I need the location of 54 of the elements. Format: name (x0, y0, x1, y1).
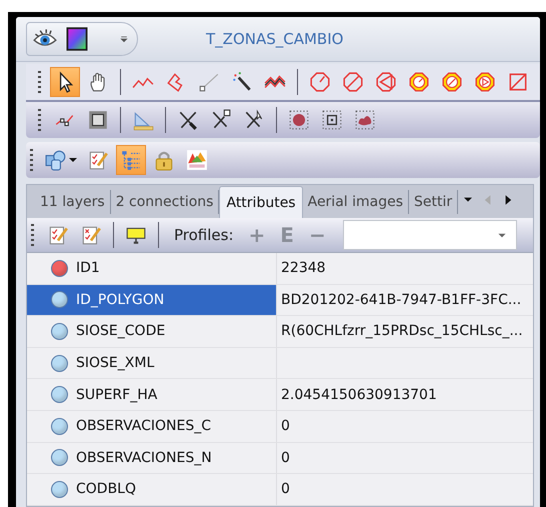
line-segment-icon (198, 71, 220, 93)
edit-form-icon (80, 224, 102, 246)
attribute-value-cell[interactable]: 22348 (277, 253, 533, 284)
tab[interactable]: Settir (409, 190, 458, 214)
knife-icon (210, 109, 232, 131)
pointer-button[interactable] (50, 67, 80, 97)
ring-icon (408, 71, 430, 93)
dotted-blob-icon (354, 109, 376, 131)
tab[interactable]: Attributes (219, 186, 303, 218)
attribute-value-cell[interactable]: 0 (277, 442, 533, 474)
attribute-value-cell[interactable]: 2.0454150630913701 (277, 379, 533, 410)
attribute-value-cell[interactable]: 0 (277, 410, 533, 442)
ring-slash-icon (441, 71, 463, 93)
attribute-name: CODBLQ (76, 481, 136, 498)
ring-triangle-icon (474, 71, 496, 93)
tab[interactable]: 11 layers (35, 190, 111, 214)
knife-icon (177, 109, 199, 131)
edit-form-icon (87, 149, 109, 171)
attribute-name-cell[interactable]: OBSERVACIONES_N (27, 442, 277, 474)
attribute-name-cell[interactable]: SIOSE_CODE (27, 316, 277, 347)
attribute-value-cell[interactable]: 0 (277, 474, 533, 505)
padlock-icon (153, 149, 175, 171)
attribute-name: OBSERVACIONES_C (76, 418, 211, 434)
tab[interactable]: Aerial images (302, 190, 410, 214)
attribute-name-cell[interactable]: SIOSE_XML (27, 348, 277, 378)
edit-form-icon (47, 224, 69, 246)
shapes-icon (45, 149, 67, 171)
logo-icon (186, 149, 208, 171)
attribute-name-cell[interactable]: CODBLQ (27, 474, 277, 505)
dotted-square-icon (321, 109, 343, 131)
octagon-slash-icon (342, 71, 364, 93)
attribute-value-cell[interactable]: BD201202-641B-7947-B1FF-3FC... (277, 284, 533, 316)
tree-button[interactable] (116, 145, 146, 175)
knife-icon (243, 109, 265, 131)
attribute-value-cell[interactable]: R(60CHLfzrr_15PRDsc_15CHLsc_... (277, 316, 533, 347)
attribute-name-cell[interactable]: ID1 (27, 253, 277, 284)
attribute-name-cell[interactable]: SUPERF_HA (27, 379, 277, 410)
octagon-icon (309, 71, 331, 93)
caret-icon (69, 156, 77, 164)
tree-icon (120, 149, 142, 171)
octagon-triangle-icon (375, 71, 397, 93)
attribute-name: ID1 (76, 260, 100, 276)
attribute-name: SIOSE_XML (76, 355, 154, 372)
magic-wand-icon (231, 71, 253, 93)
attribute-name: OBSERVACIONES_N (76, 450, 212, 466)
color-square-icon[interactable] (65, 27, 89, 51)
attribute-name-cell[interactable]: ID_POLYGON (27, 284, 277, 316)
square-slash-icon (507, 71, 529, 93)
attribute-name-cell[interactable]: OBSERVACIONES_C (27, 410, 277, 442)
attribute-name: SIOSE_CODE (76, 323, 166, 340)
window-title: T_ZONAS_CAMBIO (206, 30, 344, 48)
attribute-name: SUPERF_HA (76, 386, 158, 403)
profiles-label: Profiles: (174, 226, 234, 244)
attribute-name: ID_POLYGON (76, 292, 164, 308)
